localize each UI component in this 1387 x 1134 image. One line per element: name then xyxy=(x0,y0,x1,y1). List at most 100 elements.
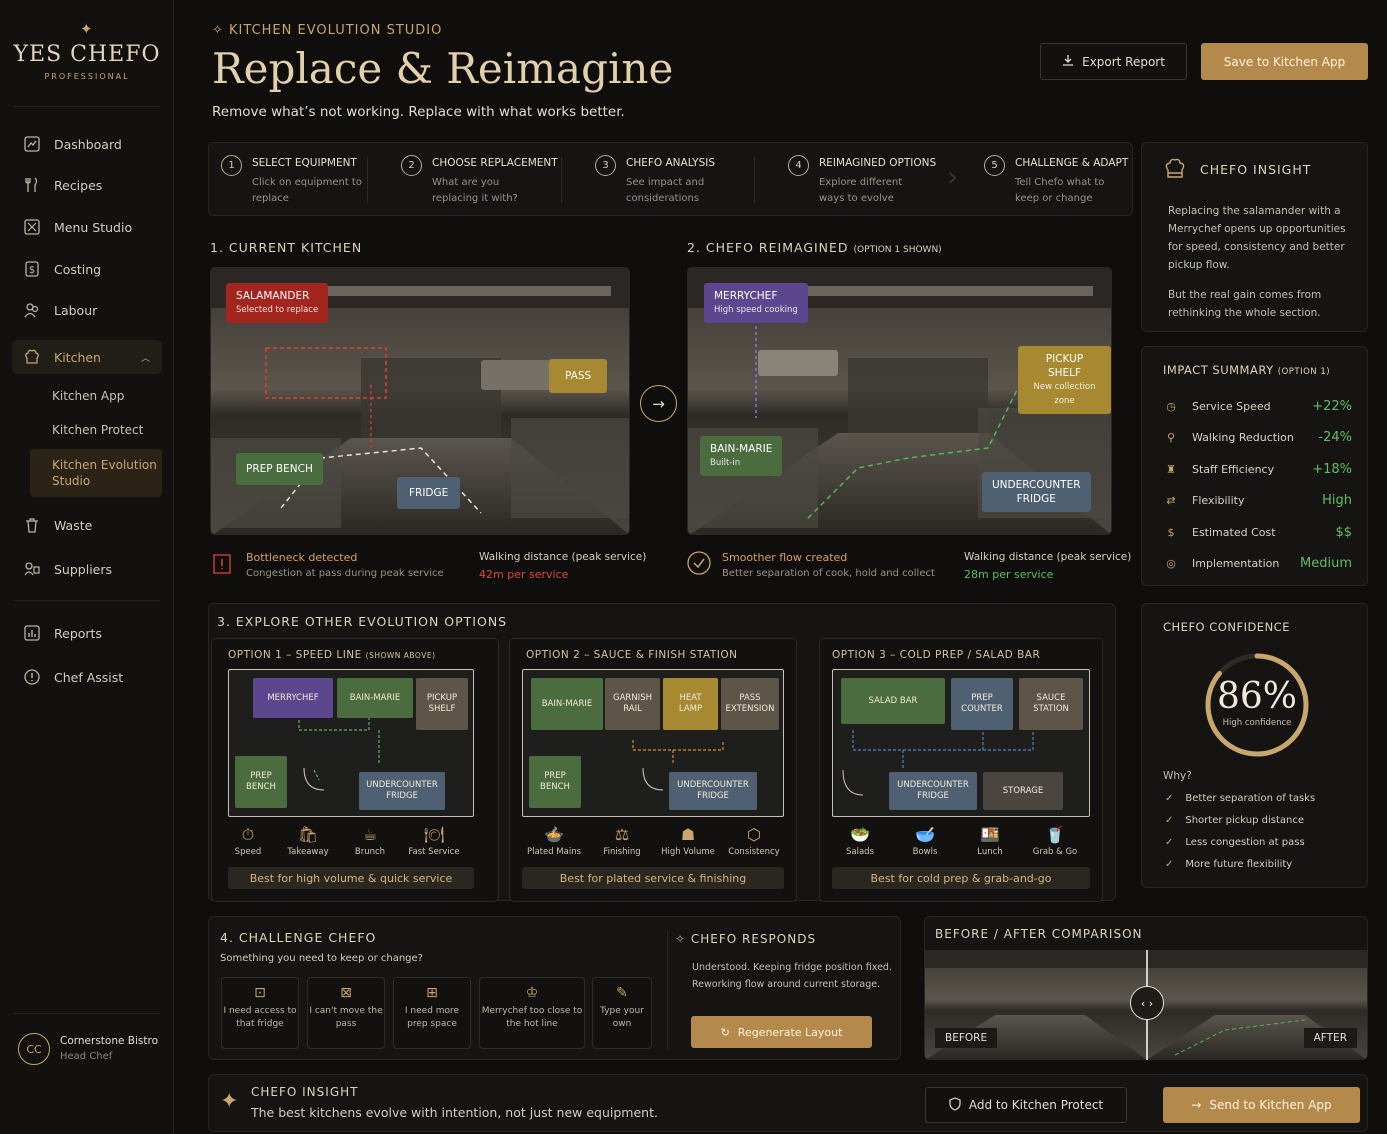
nav-labour[interactable]: Labour xyxy=(12,293,162,327)
save-to-kitchen-app-button[interactable]: Save to Kitchen App xyxy=(1201,43,1368,80)
impact-title: IMPACT SUMMARY (OPTION 1) xyxy=(1163,363,1331,377)
compare-slider-handle[interactable]: ‹ › xyxy=(1130,986,1164,1020)
salads-icon: 🥗 Salads xyxy=(846,825,874,857)
user-role: Head Chef xyxy=(60,1051,113,1062)
nav-recipes[interactable]: Recipes xyxy=(12,168,162,202)
chefo-response: Understood. Keeping fridge position fixe… xyxy=(692,962,892,990)
nav-costing[interactable]: $ Costing xyxy=(12,252,162,286)
challenge-option-fridge-access[interactable]: ⊡ I need access to that fridge xyxy=(221,977,299,1049)
tag-bain-marie[interactable]: BAIN-MARIE Built-in xyxy=(700,436,783,476)
best-for-label: Best for high volume & quick service xyxy=(228,867,474,889)
staff-icon: ♜ xyxy=(1166,462,1176,476)
compare-title: BEFORE / AFTER COMPARISON xyxy=(935,927,1143,941)
bottleneck-desc: Congestion at pass during peak service xyxy=(246,568,444,579)
compare-image[interactable]: ‹ › BEFORE AFTER xyxy=(925,950,1367,1060)
impact-row: ♜ Staff Efficiency +18% xyxy=(1162,459,1352,479)
insight-text: But the real gain comes from rethinking … xyxy=(1168,289,1322,319)
step-divider xyxy=(754,157,755,203)
challenge-option-merrychef[interactable]: ♔ Merrychef too close to the hot line xyxy=(479,977,585,1049)
nav-chef-assist[interactable]: Chef Assist xyxy=(12,660,162,694)
floor-plan: MERRYCHEF BAIN-MARIE PICKUP SHELF PREP B… xyxy=(228,669,474,817)
chefo-responds-title: ✧ CHEFO RESPONDS xyxy=(675,932,817,946)
impact-row: ◎ Implementation Medium xyxy=(1162,553,1352,573)
sparkle-icon: ✦ xyxy=(220,1089,239,1114)
bottom-insight-bar: ✦ CHEFO INSIGHT The best kitchens evolve… xyxy=(208,1074,1368,1132)
current-kitchen-title: 1. CURRENT KITCHEN xyxy=(210,240,363,255)
avatar[interactable]: CC xyxy=(18,1033,50,1065)
nav-reports[interactable]: Reports xyxy=(12,616,162,650)
nav-kitchen-app[interactable]: Kitchen App xyxy=(30,389,162,403)
step-5[interactable]: 5 CHALLENGE & ADAPT Tell Chefo what to k… xyxy=(984,143,1134,215)
walk-value-reimagined: 28m per service xyxy=(964,568,1054,581)
options-title: 3. EXPLORE OTHER EVOLUTION OPTIONS xyxy=(217,614,508,629)
expand-icon: ⊞ xyxy=(426,985,438,1001)
why-label: Why? xyxy=(1163,770,1192,782)
best-for-label: Best for plated service & finishing xyxy=(522,867,784,889)
tag-merrychef[interactable]: MERRYCHEF High speed cooking xyxy=(704,283,808,323)
brunch-icon: ☕ Brunch xyxy=(354,825,386,857)
speed-icon: ⏱ Speed xyxy=(234,825,262,857)
bottom-insight-text: The best kitchens evolve with intention,… xyxy=(251,1105,658,1120)
challenge-option-pass[interactable]: ⊠ I can't move the pass xyxy=(307,977,385,1049)
step-4[interactable]: 4 REIMAGINED OPTIONS Explore different w… xyxy=(788,143,948,215)
option-card-3[interactable]: OPTION 3 – COLD PREP / SALAD BAR SALAD B… xyxy=(819,638,1103,902)
chef-hat-icon xyxy=(22,347,42,367)
add-to-kitchen-protect-button[interactable]: Add to Kitchen Protect xyxy=(925,1087,1127,1123)
chevron-up-icon[interactable]: ︿ xyxy=(141,351,150,364)
nav-waste[interactable]: Waste xyxy=(12,508,162,542)
step-3[interactable]: 3 CHEFO ANALYSIS See impact and consider… xyxy=(595,143,745,215)
challenge-option-type-own[interactable]: ✎ Type your own xyxy=(592,977,652,1049)
tag-undercounter-fridge[interactable]: UNDERCOUNTER FRIDGE xyxy=(982,472,1091,512)
option-tags: 🍲 Plated Mains ⚖ Finishing ☗ High Volume ⬡ C… xyxy=(520,823,788,867)
grab-and-go-icon: 🥤 Grab & Go xyxy=(1032,825,1078,857)
check-icon: ✓ xyxy=(1165,859,1174,870)
nav-kitchen-protect[interactable]: Kitchen Protect xyxy=(30,423,162,437)
walk-label: Walking distance (peak service) xyxy=(479,551,647,563)
reimagined-kitchen-image[interactable]: MERRYCHEF High speed cooking PICKUP SHELF… xyxy=(687,267,1112,535)
bowls-icon: 🥣 Bowls xyxy=(912,825,938,857)
step-1[interactable]: 1 SELECT EQUIPMENT Click on equipment to… xyxy=(221,143,371,215)
bottleneck-title: Bottleneck detected xyxy=(246,551,358,564)
step-divider xyxy=(561,157,562,203)
walk-value-current: 42m per service xyxy=(479,568,569,581)
truck-icon xyxy=(22,559,42,579)
step-chevron-icon: › xyxy=(947,160,959,193)
flex-icon: ⇄ xyxy=(1166,493,1176,507)
send-to-kitchen-app-button[interactable]: → Send to Kitchen App xyxy=(1163,1087,1360,1123)
after-label: AFTER xyxy=(1303,1028,1357,1048)
impact-row: ◷ Service Speed +22% xyxy=(1162,396,1352,416)
walk-label: Walking distance (peak service) xyxy=(964,551,1132,563)
pin-icon: ⊠ xyxy=(340,985,352,1001)
clock-icon: ◷ xyxy=(1166,399,1176,413)
nav-menu-studio[interactable]: Menu Studio xyxy=(12,210,162,244)
tag-pickup-shelf[interactable]: PICKUP SHELF New collection zone xyxy=(1018,346,1111,414)
arrow-right-icon: → xyxy=(1191,1098,1202,1112)
chef-hat-icon: ♔ xyxy=(525,985,539,1001)
utensils-icon xyxy=(22,175,42,195)
step-2[interactable]: 2 CHOOSE REPLACEMENT What are you replac… xyxy=(401,143,571,215)
nav-label: Dashboard xyxy=(54,136,122,152)
nav-kitchen-evolution-studio[interactable]: Kitchen Evolution Studio xyxy=(30,449,162,497)
tag-pass[interactable]: PASS xyxy=(549,359,608,393)
export-report-button[interactable]: Export Report xyxy=(1040,43,1187,80)
people-icon xyxy=(22,300,42,320)
insight-title: CHEFO INSIGHT xyxy=(1200,162,1312,177)
tag-prep-bench[interactable]: PREP BENCH xyxy=(236,453,323,485)
nav-label: Chef Assist xyxy=(54,669,124,685)
challenge-panel: 4. CHALLENGE CHEFO Something you need to… xyxy=(208,916,901,1060)
regenerate-layout-button[interactable]: ↻ Regenerate Layout xyxy=(691,1016,872,1048)
nav-dashboard[interactable]: Dashboard xyxy=(12,127,162,161)
option-card-1[interactable]: OPTION 1 – SPEED LINE (SHOWN ABOVE) MERR… xyxy=(211,638,499,902)
nav-suppliers[interactable]: Suppliers xyxy=(12,552,162,586)
tag-fridge[interactable]: FRIDGE xyxy=(397,477,461,509)
tag-salamander[interactable]: SALAMANDER Selected to replace xyxy=(226,283,329,323)
challenge-option-prep-space[interactable]: ⊞ I need more prep space xyxy=(393,977,471,1049)
insight-text: Replacing the salamander with a Merryche… xyxy=(1168,205,1346,271)
menu-icon xyxy=(22,217,42,237)
reason-item: ✓ Better separation of tasks xyxy=(1165,793,1316,804)
warning-icon xyxy=(211,552,233,580)
current-kitchen-image[interactable]: SALAMANDER Selected to replace PASS PREP … xyxy=(210,267,630,535)
option-card-2[interactable]: OPTION 2 – SAUCE & FINISH STATION BAIN-M… xyxy=(509,638,797,902)
nav-kitchen[interactable]: Kitchen ︿ xyxy=(12,340,162,374)
plated-mains-icon: 🍲 Plated Mains xyxy=(526,825,582,857)
